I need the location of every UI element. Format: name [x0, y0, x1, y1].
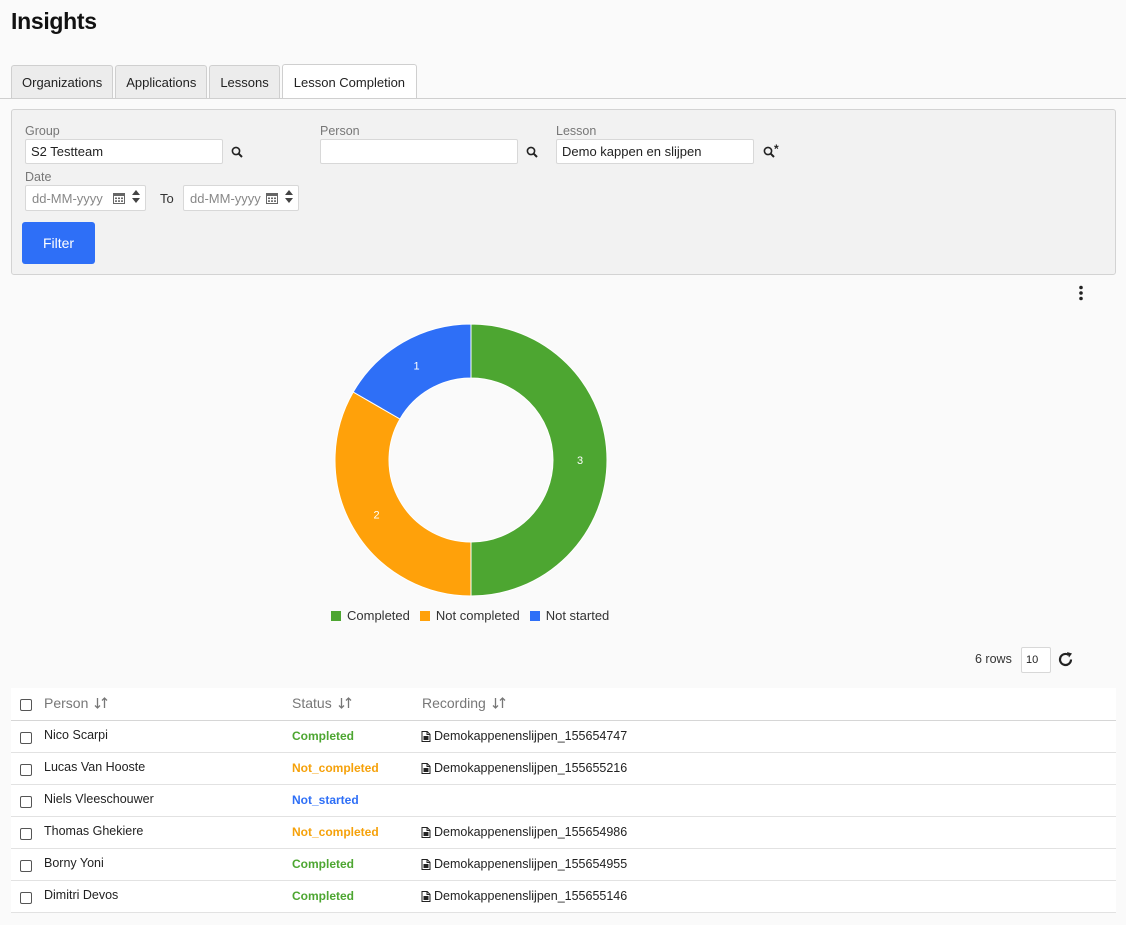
row-checkbox[interactable]	[20, 828, 32, 840]
status-cell: Completed	[292, 729, 355, 743]
table-header-row: Person Status Recording	[11, 688, 1116, 721]
person-label: Person	[320, 124, 360, 138]
recording-link[interactable]: Demokappenenslijpen_155654747	[421, 729, 627, 743]
lesson-wildcard-star: *	[774, 142, 779, 156]
select-all-checkbox[interactable]	[20, 699, 32, 711]
recording-name: Demokappenenslijpen_155654747	[434, 729, 628, 743]
recording-link[interactable]: Demokappenenslijpen_155655146	[421, 889, 627, 903]
person-header-label: Person	[44, 695, 89, 711]
legend-label: Not started	[545, 608, 610, 623]
legend-label: Not completed	[435, 608, 520, 623]
date-to-placeholder: dd-MM-yyyy	[190, 190, 261, 206]
more-options-icon[interactable]	[1072, 284, 1090, 302]
page-size-input[interactable]: 10	[1021, 647, 1051, 673]
legend-swatch	[419, 610, 430, 621]
sort-icon	[338, 697, 352, 709]
person-column-header[interactable]: Person	[44, 695, 108, 711]
donut-slice-label: 3	[577, 455, 583, 467]
lesson-input[interactable]: Demo kappen en slijpen	[556, 139, 754, 164]
person-cell: Borny Yoni	[44, 856, 104, 870]
person-cell: Lucas Van Hooste	[44, 760, 146, 774]
tab-lesson-completion[interactable]: Lesson Completion	[281, 64, 418, 99]
person-input[interactable]	[320, 139, 518, 164]
to-label: To	[160, 191, 174, 206]
status-cell: Not_started	[292, 793, 359, 807]
recording-name: Demokappenenslijpen_155655146	[434, 889, 628, 903]
status-cell: Not_completed	[292, 825, 379, 839]
recording-link[interactable]: Demokappenenslijpen_155654986	[421, 825, 627, 839]
legend-label: Completed	[347, 608, 410, 623]
person-cell: Nico Scarpi	[44, 728, 108, 742]
chart-legend: Completed Not completed Not started	[331, 608, 609, 623]
tabs-divider	[0, 98, 1126, 99]
refresh-icon[interactable]	[1057, 651, 1074, 668]
file-icon	[421, 730, 431, 742]
legend-item[interactable]: Not completed	[419, 608, 520, 623]
filter-button[interactable]: Filter	[22, 222, 95, 264]
recording-column-header[interactable]: Recording	[422, 695, 506, 711]
file-icon	[421, 826, 431, 838]
person-search-icon[interactable]	[525, 145, 539, 159]
date-from-input[interactable]: dd-MM-yyyy	[25, 185, 146, 211]
lesson-completion-donut-chart: 3 2 1	[334, 323, 608, 597]
table-row: Lucas Van Hooste Not_completed Demokappe…	[11, 753, 1116, 785]
status-cell: Not_completed	[292, 761, 379, 775]
file-icon	[421, 762, 431, 774]
date-from-spinner[interactable]	[132, 190, 140, 203]
group-search-icon[interactable]	[230, 145, 244, 159]
donut-slice-label: 1	[413, 361, 419, 373]
legend-item[interactable]: Not started	[529, 608, 610, 623]
recording-link[interactable]: Demokappenenslijpen_155655216	[421, 761, 627, 775]
status-column-header[interactable]: Status	[292, 695, 352, 711]
row-checkbox[interactable]	[20, 732, 32, 744]
row-checkbox[interactable]	[20, 892, 32, 904]
sort-icon	[492, 697, 506, 709]
table-row: Thomas Ghekiere Not_completed Demokappen…	[11, 817, 1116, 849]
tab-applications[interactable]: Applications	[115, 65, 208, 99]
group-input[interactable]: S2 Testteam	[25, 139, 223, 164]
page-title: Insights	[11, 8, 97, 34]
filter-panel: Group S2 Testteam Person Lesson Demo kap…	[11, 109, 1116, 275]
file-icon	[421, 890, 431, 902]
tab-organizations[interactable]: Organizations	[11, 65, 114, 99]
file-icon	[421, 858, 431, 870]
status-cell: Completed	[292, 857, 355, 871]
recording-name: Demokappenenslijpen_155655216	[434, 761, 628, 775]
row-checkbox[interactable]	[20, 764, 32, 776]
legend-item[interactable]: Completed	[331, 608, 410, 623]
recording-header-label: Recording	[422, 695, 486, 711]
table-row: Niels Vleeschouwer Not_started	[11, 785, 1116, 817]
table-row: Nico Scarpi Completed Demokappenenslijpe…	[11, 721, 1116, 753]
person-cell: Thomas Ghekiere	[44, 824, 144, 838]
table-row: Borny Yoni Completed Demokappenenslijpen…	[11, 849, 1116, 881]
donut-slice-label: 2	[374, 510, 380, 522]
rows-count: 6 rows	[975, 652, 1012, 666]
sort-icon	[94, 697, 108, 709]
status-header-label: Status	[292, 695, 332, 711]
calendar-icon[interactable]	[266, 192, 278, 207]
table-row: Dimitri Devos Completed Demokappenenslij…	[11, 881, 1116, 913]
donut-slice-not-completed[interactable]	[334, 391, 472, 597]
recording-name: Demokappenenslijpen_155654955	[434, 857, 628, 871]
date-to-input[interactable]: dd-MM-yyyy	[183, 185, 299, 211]
legend-swatch	[529, 610, 540, 621]
completion-table: Person Status Recording Nico Scarpi Comp…	[11, 688, 1116, 913]
donut-slice-completed[interactable]	[470, 323, 608, 597]
tab-bar: Organizations Applications Lessons Lesso…	[11, 64, 418, 99]
calendar-icon[interactable]	[113, 192, 125, 207]
recording-link[interactable]: Demokappenenslijpen_155654955	[421, 857, 627, 871]
group-label: Group	[25, 124, 60, 138]
lesson-label: Lesson	[556, 124, 597, 138]
status-cell: Completed	[292, 889, 355, 903]
recording-name: Demokappenenslijpen_155654986	[434, 825, 628, 839]
person-cell: Dimitri Devos	[44, 888, 119, 902]
date-from-placeholder: dd-MM-yyyy	[32, 190, 103, 206]
tab-lessons[interactable]: Lessons	[209, 65, 280, 99]
date-label: Date	[25, 170, 52, 184]
date-to-spinner[interactable]	[285, 190, 293, 203]
person-cell: Niels Vleeschouwer	[44, 792, 154, 806]
legend-swatch	[331, 610, 341, 621]
row-checkbox[interactable]	[20, 860, 32, 872]
row-checkbox[interactable]	[20, 796, 32, 808]
